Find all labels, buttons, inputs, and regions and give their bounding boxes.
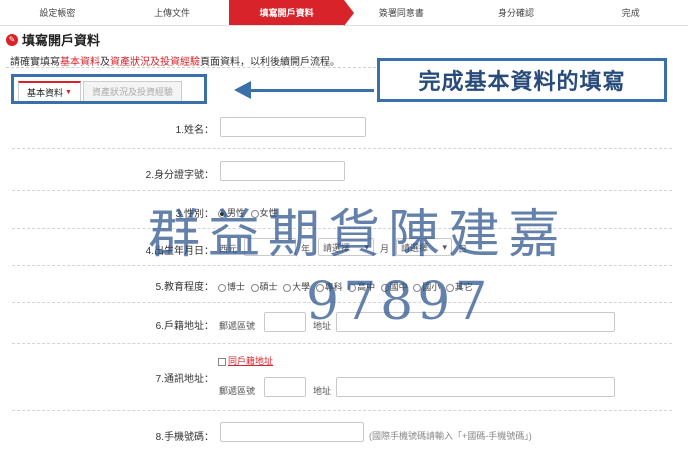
select-value: 請選擇 xyxy=(323,242,351,253)
month-unit: 月 xyxy=(380,244,390,254)
step-identity: 身分確認 xyxy=(459,0,574,25)
edu-radio[interactable] xyxy=(445,283,454,292)
chevron-down-icon: ▾ xyxy=(364,241,369,252)
step-complete: 完成 xyxy=(573,0,688,25)
education-options: 博士 碩士 大學 專科 高中 國中 國小 其它 xyxy=(218,280,476,293)
callout-annotation: 完成基本資料的填寫 xyxy=(377,58,667,102)
edu-radio[interactable] xyxy=(315,283,324,292)
caret-down-icon: ▼ xyxy=(65,88,72,96)
step-label: 簽署同意書 xyxy=(378,8,424,18)
edu-radio[interactable] xyxy=(380,283,389,292)
address-label: 地址 xyxy=(313,321,332,331)
instruction-text: 請確實填寫基本資料及資產狀況及投資經驗頁面資料，以利後續開戶流程。 xyxy=(10,53,340,68)
divider xyxy=(12,410,672,411)
mailing-address-label: 7.通訊地址： xyxy=(155,374,214,385)
gender-label: 3.性別： xyxy=(175,209,214,220)
step-set-password: 設定帳密 xyxy=(0,0,115,25)
edu-option-label: 碩士 xyxy=(259,282,278,292)
tab-label: 基本資料 xyxy=(27,87,64,98)
divider xyxy=(12,228,672,229)
callout-text: 完成基本資料的填寫 xyxy=(418,69,626,95)
year-unit: 年 xyxy=(301,244,311,254)
page-title: ✎ 填寫開戶資料 xyxy=(6,30,100,49)
address-label: 地址 xyxy=(313,386,332,396)
divider xyxy=(12,190,672,191)
edu-option-label: 專科 xyxy=(324,282,343,292)
step-fill-data: 填寫開戶資料 xyxy=(229,0,354,26)
page-title-text: 填寫開戶資料 xyxy=(22,33,101,48)
id-input[interactable] xyxy=(220,161,345,181)
step-upload-docs: 上傳文件 xyxy=(115,0,230,25)
edu-option-label: 博士 xyxy=(227,282,246,292)
edu-radio[interactable] xyxy=(218,283,226,292)
tab-label: 資產狀況及投資經驗 xyxy=(91,87,173,97)
form-icon: ✎ xyxy=(6,33,18,46)
arrow-line xyxy=(250,89,374,92)
gender-female-radio[interactable] xyxy=(250,209,259,218)
gender-male-label: 男性 xyxy=(227,208,246,218)
birth-month-select[interactable]: 請選擇 ▾ xyxy=(318,238,374,256)
chevron-down-icon: ▾ xyxy=(442,241,447,252)
name-label: 1.姓名： xyxy=(175,125,214,136)
gender-female-label: 女性 xyxy=(259,208,278,218)
step-sign-agreement: 簽署同意書 xyxy=(344,0,459,25)
edu-option-label: 國小 xyxy=(422,282,441,292)
step-label: 設定帳密 xyxy=(39,8,76,18)
birth-era-label: 西元 xyxy=(219,244,238,254)
birth-year-input[interactable] xyxy=(244,238,296,256)
edu-radio[interactable] xyxy=(283,283,292,292)
household-zip-input[interactable] xyxy=(264,312,306,332)
edu-radio[interactable] xyxy=(348,283,357,292)
same-address-link[interactable]: 同戶籍地址 xyxy=(228,356,273,366)
same-address-option: 同戶籍地址 xyxy=(218,354,273,367)
household-address-label: 6.戶籍地址： xyxy=(155,321,214,332)
tab-basic-info[interactable]: 基本資料 ▼ xyxy=(18,81,81,101)
divider xyxy=(6,67,376,68)
select-value: 請選擇 xyxy=(401,242,429,253)
mobile-label: 8.手機號碼： xyxy=(155,432,214,443)
same-address-checkbox[interactable] xyxy=(218,357,226,366)
education-label: 5.教育程度： xyxy=(155,282,214,293)
step-label: 上傳文件 xyxy=(154,8,191,18)
day-unit: 日 xyxy=(458,244,468,254)
tab-asset-experience[interactable]: 資產狀況及投資經驗 xyxy=(82,81,182,101)
mobile-hint: (國際手機號碼請輸入「+國碼-手機號碼」) xyxy=(369,431,532,441)
divider xyxy=(12,343,672,344)
divider xyxy=(12,148,672,149)
step-label: 身分確認 xyxy=(498,8,535,18)
arrow-left-icon xyxy=(234,81,251,99)
mailing-zip-input[interactable] xyxy=(264,377,306,397)
zip-label: 郵遞區號 xyxy=(219,321,256,331)
divider xyxy=(12,302,672,303)
step-label: 完成 xyxy=(621,8,640,18)
edu-radio[interactable] xyxy=(413,283,422,292)
tab-bar: 基本資料 ▼ 資產狀況及投資經驗 xyxy=(11,74,207,104)
edu-option-label: 高中 xyxy=(357,282,376,292)
mobile-input[interactable] xyxy=(220,422,364,442)
zip-label: 郵遞區號 xyxy=(219,386,256,396)
edu-option-label: 其它 xyxy=(454,282,473,292)
edu-radio[interactable] xyxy=(250,283,259,292)
id-label: 2.身分證字號： xyxy=(145,170,214,181)
birth-day-select[interactable]: 請選擇 ▾ xyxy=(396,238,452,256)
gender-male-radio[interactable] xyxy=(218,209,226,218)
edu-option-label: 國中 xyxy=(389,282,408,292)
birth-label: 4.出生年月日： xyxy=(145,246,214,257)
progress-steps: 設定帳密 上傳文件 填寫開戶資料 簽署同意書 身分確認 完成 xyxy=(0,0,688,26)
edu-option-label: 大學 xyxy=(292,282,311,292)
household-address-input[interactable] xyxy=(336,312,615,332)
gender-options: 男性 女性 xyxy=(218,206,281,219)
divider xyxy=(12,265,672,266)
name-input[interactable] xyxy=(220,117,366,137)
step-label: 填寫開戶資料 xyxy=(259,8,314,18)
mailing-address-input[interactable] xyxy=(336,377,615,397)
